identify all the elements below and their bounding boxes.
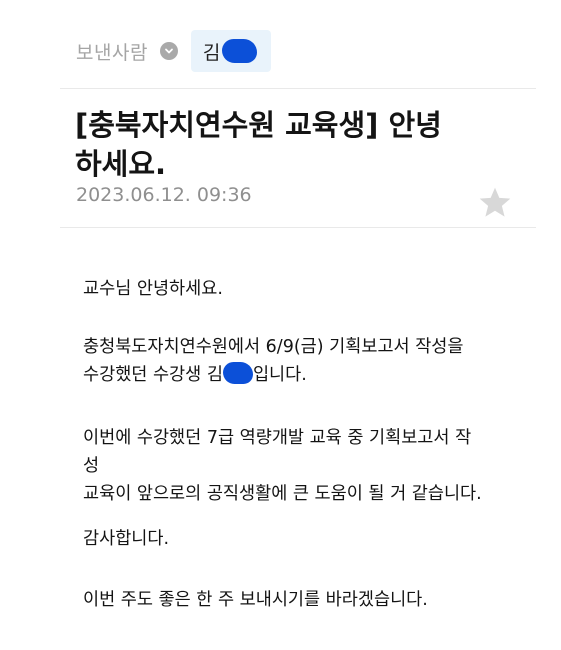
redaction-mark bbox=[222, 39, 258, 63]
body-paragraph-2-line-2: 성 bbox=[83, 456, 100, 476]
sender-row: 보낸사람 김 bbox=[76, 30, 272, 72]
sender-chip[interactable]: 김 bbox=[190, 30, 272, 72]
body-greeting: 교수님 안녕하세요. bbox=[83, 279, 223, 299]
sender-name: 김 bbox=[202, 41, 221, 64]
body-paragraph-1-line-1: 충청북도자치연수원에서 6/9(금) 기획보고서 작성을 bbox=[83, 337, 464, 357]
subject-divider bbox=[60, 227, 536, 228]
star-icon[interactable] bbox=[477, 185, 513, 221]
sender-label: 보낸사람 bbox=[76, 41, 148, 64]
chevron-down-glyph bbox=[165, 48, 173, 54]
body-paragraph-1: 충청북도자치연수원에서 6/9(금) 기획보고서 작성을 수강했던 수강생 김 입… bbox=[83, 333, 523, 389]
mail-date: 2023.06.12. 09:36 bbox=[76, 184, 252, 206]
header-divider bbox=[60, 88, 536, 89]
body-thanks: 감사합니다. bbox=[83, 529, 170, 549]
body-name-suffix: 입니다. bbox=[252, 365, 307, 385]
body-name-prefix: 수강했던 수강생 김 bbox=[83, 365, 223, 385]
body-closing: 이번 주도 좋은 한 주 보내시기를 바라겠습니다. bbox=[83, 590, 428, 610]
body-paragraph-1-line-2: 수강했던 수강생 김 입니다. bbox=[83, 361, 523, 389]
chevron-down-icon[interactable] bbox=[159, 42, 178, 60]
redaction-mark bbox=[222, 362, 253, 384]
body-paragraph-2: 이번에 수강했던 7급 역량개발 교육 중 기획보고서 작 성 교육이 앞으로의… bbox=[83, 424, 523, 508]
mail-subject: [충북자치연수원 교육생] 안녕하세요. bbox=[75, 108, 442, 181]
body-paragraph-2-line-3: 교육이 앞으로의 공직생활에 큰 도움이 될 거 같습니다. bbox=[83, 484, 482, 504]
body-paragraph-2-line-1: 이번에 수강했던 7급 역량개발 교육 중 기획보고서 작 bbox=[83, 428, 472, 448]
